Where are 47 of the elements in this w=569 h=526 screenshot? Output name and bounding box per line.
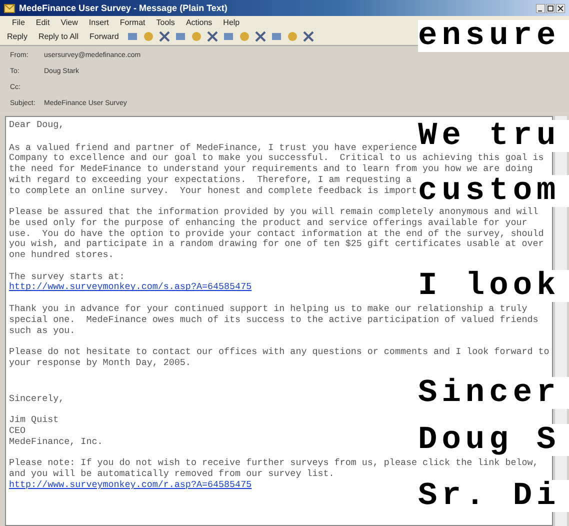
menu-item[interactable]: Actions <box>186 18 212 26</box>
body-line: MedeFinance, Inc. <box>9 436 103 448</box>
menu-item[interactable]: View <box>60 18 78 26</box>
menu-item[interactable]: Tools <box>156 18 175 26</box>
body-line: the need for MedeFinance to understand your requirements and to learn from you how we are doing <box>9 164 533 175</box>
overlay-text: ensure <box>418 20 569 52</box>
body-line: with regard to exceeding your expectations. Therefore, I am requesting a <box>9 174 412 186</box>
body-line: you wish, and participate in a random drawing for one of ten $25 gift certificates usable at over <box>9 239 544 250</box>
window-title: MedeFinance User Survey - Message (Plain Text) <box>19 3 228 13</box>
body-line: to complete an online survey. Your honest and complete feedback is import <box>9 186 417 196</box>
menu-item[interactable]: Edit <box>36 18 50 26</box>
body-line: such as you. <box>9 326 76 336</box>
body-line: Sincerely, <box>9 394 64 404</box>
body-line: be used only for the purpose of enhancing the product and service offerings available for your <box>9 218 528 229</box>
maximize-icon[interactable] <box>546 4 555 12</box>
menu-item[interactable]: File <box>12 18 25 26</box>
body-line: Jim Quist <box>9 415 59 426</box>
body-line: The survey starts at: <box>9 272 125 282</box>
overlay-text: Doug S <box>418 424 569 456</box>
overlay-text: Sincer <box>418 377 569 409</box>
overlay-text: Sr. Di <box>418 480 569 512</box>
close-icon[interactable] <box>556 4 565 12</box>
body-line: special one. MedeFinance owes much of its success to the active participation of valued friends <box>9 314 538 326</box>
body-line: Please be assured that the information provided by you will remain completely anonymous and will <box>9 207 538 218</box>
toolbar-button[interactable]: Forward <box>86 31 122 42</box>
body-line: Please note: If you do not wish to receive further surveys from us, please click the link below, <box>9 458 538 469</box>
body-line: Company to excellence and our goal to make you successful. Critical to us achieving this goal is <box>9 153 544 164</box>
body-line: your response by Month Day, 2005. <box>9 358 191 369</box>
body-line: one hundred stores. <box>9 250 114 261</box>
body-line: CEO <box>9 426 26 437</box>
minimize-icon[interactable] <box>536 4 545 12</box>
body-line: Thank you in advance for your continued support in helping us to make our relationship a truly <box>9 304 528 315</box>
survey-link[interactable]: http://www.surveymonkey.com/r.asp?A=64585475 <box>9 480 252 491</box>
overlay-text: I look <box>418 270 569 302</box>
body-line: use. You do have the option to provide your contact information at the end of the survey, should <box>9 228 544 239</box>
toolbar-button[interactable]: Reply to All <box>35 31 82 42</box>
body-line: and you will be automatically removed from our survey list. <box>9 469 334 480</box>
menu-item[interactable]: Insert <box>88 18 109 26</box>
overlay-text: custom <box>418 175 569 207</box>
body-line: As a valued friend and partner of MedeFinance, I trust you have experience <box>9 142 417 153</box>
greeting-text: Dear Doug, <box>9 120 66 131</box>
toolbar-button[interactable]: Reply <box>4 31 30 42</box>
overlay-text: We tru <box>418 120 569 152</box>
menu-item[interactable]: Format <box>120 18 146 26</box>
body-line: Please do not hesitate to contact our offices with any questions or comments and I look forward to <box>9 347 550 358</box>
menu-item[interactable]: Help <box>223 18 240 26</box>
survey-link[interactable]: http://www.surveymonkey.com/s.asp?A=64585475 <box>9 282 252 294</box>
